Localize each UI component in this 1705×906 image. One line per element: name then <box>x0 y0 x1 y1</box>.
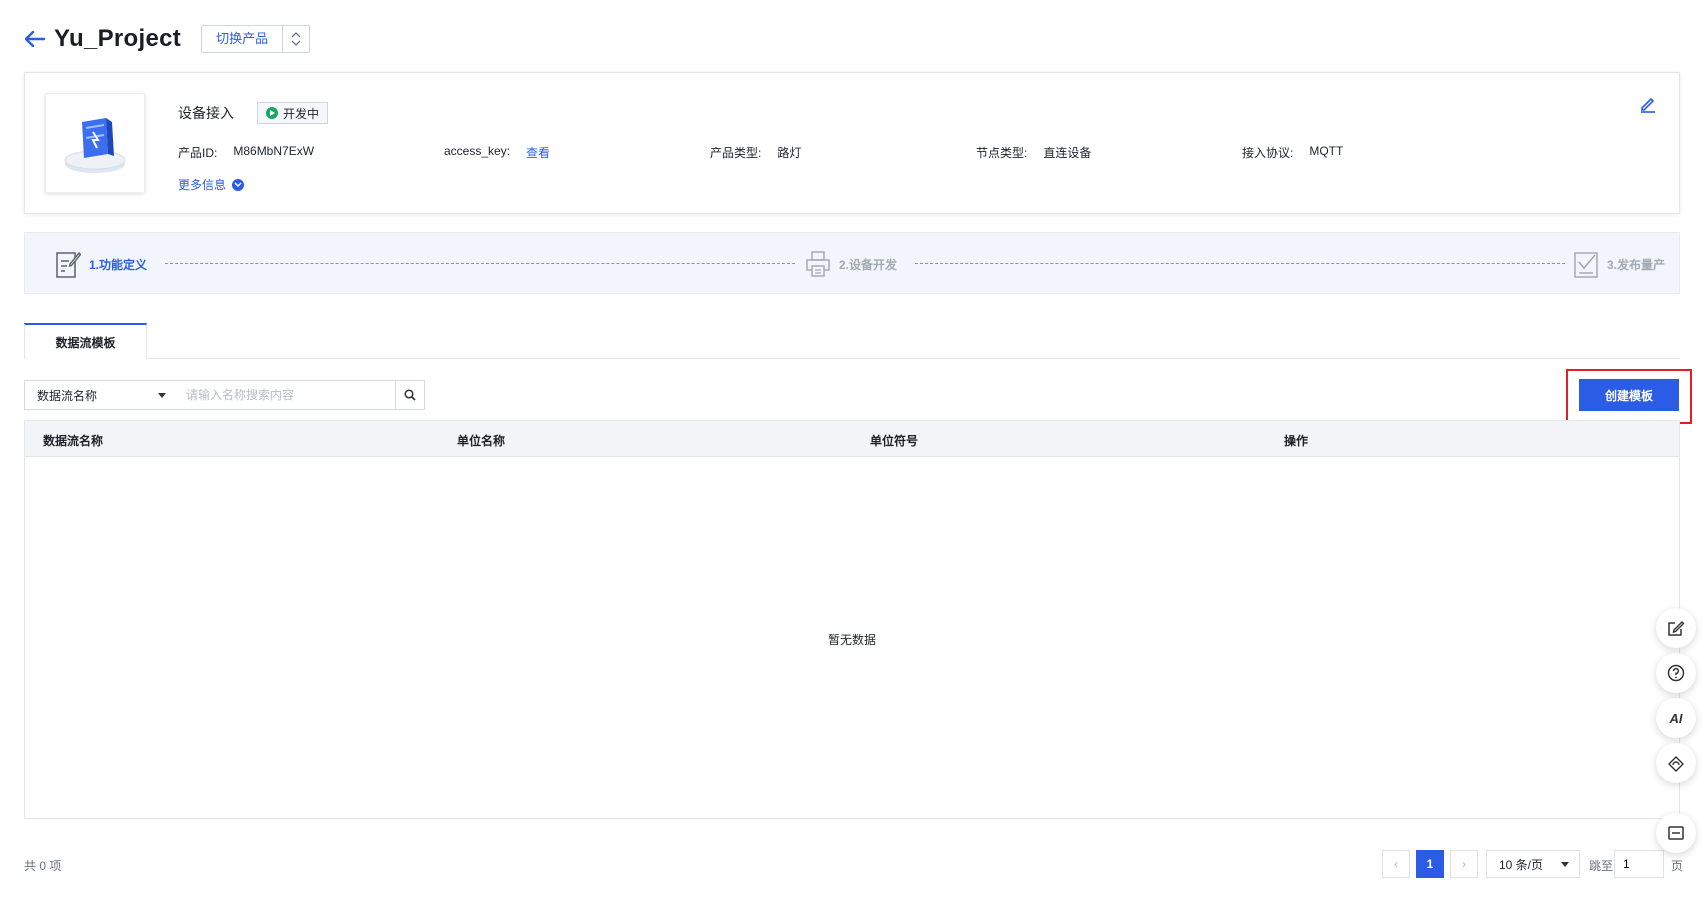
jump-page-input[interactable] <box>1614 850 1664 878</box>
meta-key: 产品ID: <box>178 146 218 160</box>
step-label: 2.设备开发 <box>839 257 898 272</box>
search-button[interactable] <box>395 380 425 410</box>
product-device-icon <box>64 118 126 173</box>
search-icon <box>404 389 416 401</box>
status-play-icon <box>266 107 278 119</box>
page-button-current[interactable]: 1 <box>1416 850 1444 878</box>
ai-icon: AI <box>1669 710 1683 726</box>
column-header-datastream-name: 数据流名称 <box>43 434 104 448</box>
tab-bar: 数据流模板 <box>24 323 1680 359</box>
page-size-select[interactable]: 10 条/页 <box>1486 850 1580 878</box>
meta-key: 节点类型: <box>976 146 1028 160</box>
updown-chevron-icon[interactable] <box>283 26 309 52</box>
column-header-unit-symbol: 单位符号 <box>870 434 919 448</box>
meta-protocol: 接入协议: MQTT <box>1242 144 1343 161</box>
page-title: Yu_Project <box>54 25 182 52</box>
meta-product-type: 产品类型: 路灯 <box>710 144 801 161</box>
ai-tool-button[interactable]: AI <box>1656 698 1696 738</box>
printer-icon <box>806 251 830 277</box>
edit-pencil-icon[interactable] <box>1639 95 1657 113</box>
status-badge: 开发中 <box>257 102 329 124</box>
meta-access-key: access_key: 查看 <box>444 144 550 161</box>
meta-key: access_key: <box>444 144 511 158</box>
caret-down-icon <box>1561 861 1569 867</box>
step-connector <box>915 263 1565 264</box>
progress-steps: 1.功能定义 2.设备开发 3.发布量产 <box>24 232 1680 294</box>
cloud-service-tool-button[interactable] <box>1656 743 1696 783</box>
cloud-service-icon <box>1668 756 1684 772</box>
step-label: 3.发布量产 <box>1607 257 1666 272</box>
checklist-icon <box>1574 252 1598 278</box>
collapse-tool-button[interactable] <box>1656 813 1696 853</box>
step-release-production[interactable]: 3.发布量产 <box>1573 249 1665 279</box>
create-template-button[interactable]: 创建模板 <box>1579 379 1679 411</box>
meta-value: 路灯 <box>777 146 802 160</box>
product-meta-row: 产品ID: M86MbN7ExW access_key: 查看 产品类型: 路灯… <box>178 144 1638 164</box>
meta-value: M86MbN7ExW <box>233 144 315 158</box>
product-name: 设备接入 <box>178 105 234 121</box>
caret-down-icon <box>158 392 166 398</box>
page-header: Yu_Project 切换产品 <box>24 22 311 56</box>
help-icon <box>1667 664 1685 682</box>
page-size-value: 10 条/页 <box>1499 857 1544 872</box>
step-device-development[interactable]: 2.设备开发 <box>805 249 897 279</box>
meta-product-id: 产品ID: M86MbN7ExW <box>178 144 314 161</box>
step-function-definition[interactable]: 1.功能定义 <box>55 249 147 279</box>
column-header-unit-name: 单位名称 <box>457 434 506 448</box>
more-info-toggle[interactable]: 更多信息 <box>178 176 245 193</box>
tab-datastream-template[interactable]: 数据流模板 <box>24 323 147 359</box>
collapse-icon <box>1668 826 1684 840</box>
help-tool-button[interactable] <box>1656 653 1696 693</box>
meta-value: MQTT <box>1309 144 1344 158</box>
filter-field-select[interactable]: 数据流名称 <box>24 380 177 410</box>
next-page-button[interactable]: › <box>1450 850 1478 878</box>
chevron-down-icon <box>232 178 245 191</box>
search-input[interactable] <box>176 380 396 410</box>
view-access-key-link[interactable]: 查看 <box>526 144 550 161</box>
table-header: 数据流名称 单位名称 单位符号 操作 <box>25 421 1679 457</box>
feedback-tool-button[interactable] <box>1656 608 1696 648</box>
step-connector <box>165 263 795 264</box>
product-info-card: 设备接入 开发中 产品ID: M86MbN7ExW access_key: 查看… <box>24 72 1680 214</box>
filter-selected-value: 数据流名称 <box>37 388 98 403</box>
jump-label: 跳至 <box>1589 859 1614 873</box>
datastream-table: 数据流名称 单位名称 单位符号 操作 暂无数据 <box>24 420 1680 819</box>
meta-key: 接入协议: <box>1242 146 1294 160</box>
meta-value: 直连设备 <box>1043 146 1092 160</box>
edit-note-icon <box>1668 621 1685 636</box>
status-text: 开发中 <box>283 106 320 121</box>
prev-page-button[interactable]: ‹ <box>1382 850 1410 878</box>
switch-product-button[interactable]: 切换产品 <box>202 26 284 52</box>
back-arrow-icon[interactable] <box>24 28 46 50</box>
step-label: 1.功能定义 <box>89 257 148 272</box>
empty-state-text: 暂无数据 <box>827 633 876 647</box>
column-header-actions: 操作 <box>1284 434 1309 448</box>
meta-key: 产品类型: <box>710 146 762 160</box>
meta-node-type: 节点类型: 直连设备 <box>976 144 1091 161</box>
total-count: 共 0 项 <box>24 859 62 873</box>
page-unit-label: 页 <box>1671 859 1684 873</box>
more-info-label: 更多信息 <box>178 178 227 192</box>
switch-product-control[interactable]: 切换产品 <box>201 25 311 53</box>
document-edit-icon <box>56 251 81 278</box>
product-image <box>45 93 145 193</box>
